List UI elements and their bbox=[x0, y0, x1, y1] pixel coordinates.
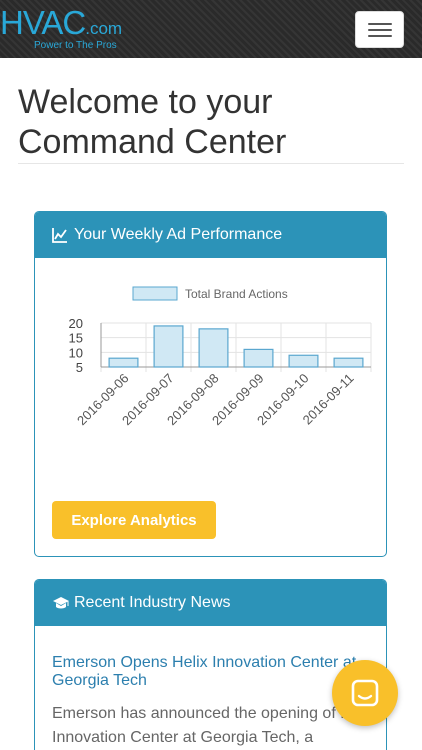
brand-name: HVAC bbox=[0, 4, 86, 41]
bar-2016-09-11 bbox=[333, 357, 364, 368]
bar-2016-09-10 bbox=[288, 354, 319, 368]
brand-logo[interactable]: HVAC.com Power to The Pros bbox=[0, 4, 123, 51]
brand-tagline: Power to The Pros bbox=[34, 40, 117, 51]
brand-actions-chart: Total Brand Actions51015202016-09-062016… bbox=[69, 286, 372, 428]
bar-2016-09-06 bbox=[108, 357, 139, 368]
chat-icon bbox=[351, 679, 379, 707]
y-tick-label: 20 bbox=[69, 316, 83, 331]
graduation-cap-icon bbox=[52, 595, 69, 611]
chat-launcher-button[interactable] bbox=[332, 660, 398, 726]
y-tick-label: 10 bbox=[69, 345, 83, 360]
bar-2016-09-07 bbox=[153, 325, 184, 368]
ad-performance-panel: Your Weekly Ad Performance Total Brand A… bbox=[34, 211, 387, 557]
line-chart-icon bbox=[52, 227, 68, 243]
hamburger-menu-icon[interactable] bbox=[355, 11, 404, 48]
title-divider bbox=[18, 163, 404, 164]
brand-suffix: .com bbox=[85, 19, 123, 38]
industry-news-panel: Recent Industry News Emerson Opens Helix… bbox=[34, 579, 387, 750]
y-tick-label: 5 bbox=[76, 360, 83, 375]
explore-analytics-button[interactable]: Explore Analytics bbox=[52, 501, 216, 539]
bar-2016-09-09 bbox=[243, 348, 274, 368]
top-navbar: HVAC.com Power to The Pros bbox=[0, 0, 422, 58]
industry-news-heading: Recent Industry News bbox=[35, 580, 386, 626]
legend-label: Total Brand Actions bbox=[185, 287, 288, 301]
ad-performance-title: Your Weekly Ad Performance bbox=[74, 226, 283, 243]
page-title: Welcome to your Command Center bbox=[18, 83, 287, 161]
bar-2016-09-08 bbox=[198, 328, 229, 368]
ad-performance-heading: Your Weekly Ad Performance bbox=[35, 212, 386, 258]
legend-swatch bbox=[132, 286, 178, 301]
news-article-excerpt: Emerson has announced the opening of Hel… bbox=[52, 705, 376, 746]
industry-news-title: Recent Industry News bbox=[74, 594, 231, 611]
y-tick-label: 15 bbox=[69, 331, 83, 346]
